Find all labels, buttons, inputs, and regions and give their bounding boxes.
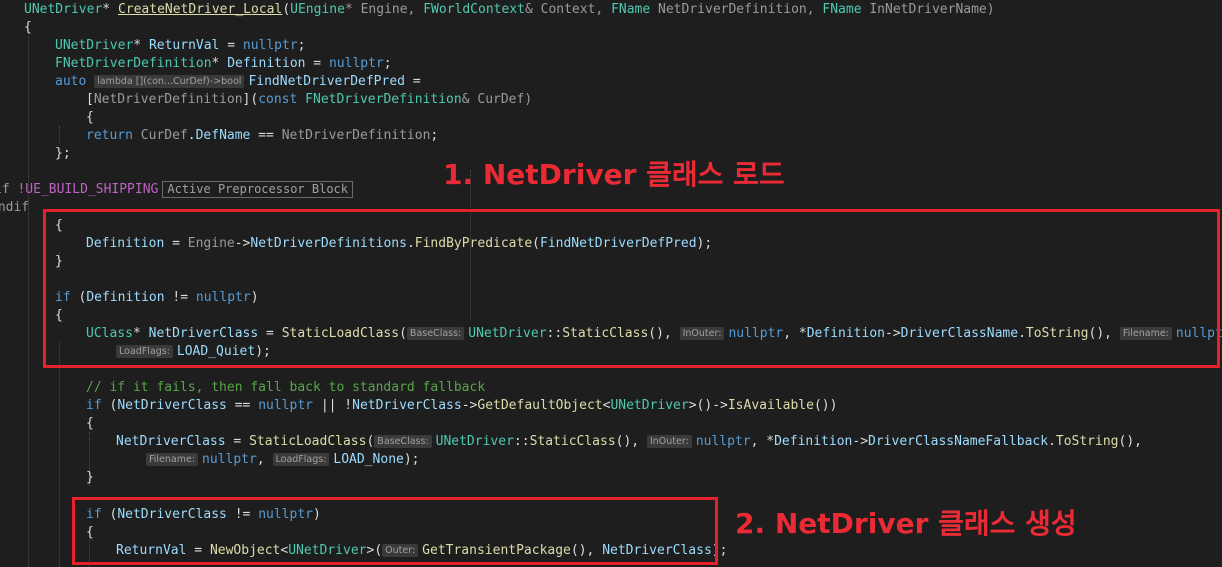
code-line-block3-open: {: [86, 416, 94, 431]
code-line-lambda-return: return CurDef.DefName == NetDriverDefini…: [86, 128, 439, 143]
code-editor[interactable]: UNetDriver* CreateNetDriver_Local(UEngin…: [0, 0, 1222, 567]
annotation-box-load: [43, 209, 1220, 368]
code-line-lambda-close: };: [55, 146, 71, 161]
code-line-block3-close: }: [86, 470, 94, 485]
annotation-label-load: 1. NetDriver 클래스 로드: [443, 158, 785, 191]
inlay-hint: lambda [](con...CurDef)->bool: [94, 75, 245, 88]
inlay-hint: Filename:: [146, 453, 199, 466]
code-line-signature: UNetDriver* CreateNetDriver_Local(UEngin…: [24, 2, 995, 17]
indent-guide: [59, 126, 60, 144]
annotation-label-create: 2. NetDriver 클래스 생성: [735, 507, 1077, 540]
code-line-fallback-args: Filename: nullptr, LoadFlags: LOAD_None);: [146, 451, 420, 469]
inlay-hint: InOuter:: [646, 435, 692, 448]
annotation-box-create: [72, 497, 718, 565]
code-line-preproc-endif: endif: [0, 200, 30, 215]
code-line-open-brace: {: [24, 20, 32, 35]
code-line-if-fallback: if (NetDriverClass == nullptr || !NetDri…: [86, 398, 838, 413]
active-preprocessor-block-badge: Active Preprocessor Block: [162, 181, 353, 198]
indent-guide: [59, 342, 60, 567]
code-line-lambda-decl: auto lambda [](con...CurDef)->bool FindNe…: [55, 74, 421, 89]
code-line-lambda-capture: [NetDriverDefinition](const FNetDriverDe…: [86, 92, 533, 107]
code-line-comment: // if it fails, then fall back to standa…: [86, 380, 486, 395]
code-line-fallback-load: NetDriverClass = StaticLoadClass(BaseCla…: [116, 434, 1142, 449]
code-line-preproc-if: if !UE_BUILD_SHIPPINGActive Preprocessor…: [0, 181, 353, 199]
inlay-hint: LoadFlags:: [272, 453, 330, 466]
code-line-decl-definition: FNetDriverDefinition* Definition = nullp…: [55, 56, 392, 71]
code-line-decl-returnval: UNetDriver* ReturnVal = nullptr;: [55, 38, 306, 53]
inlay-hint: BaseClass:: [374, 435, 432, 448]
indent-guide: [28, 36, 29, 567]
function-name[interactable]: CreateNetDriver_Local: [118, 2, 282, 17]
code-line-lambda-open: {: [86, 110, 94, 125]
